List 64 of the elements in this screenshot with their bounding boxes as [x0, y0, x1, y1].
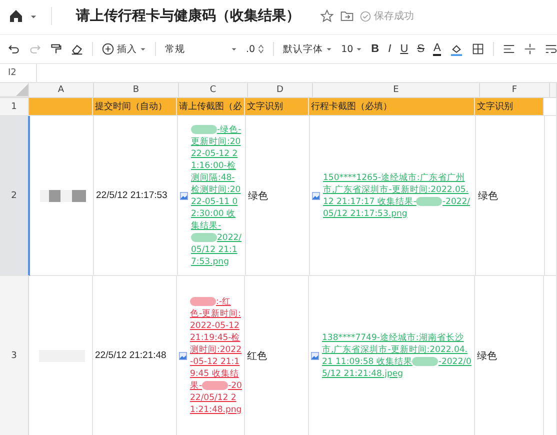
image-file-icon — [312, 192, 320, 200]
table-cell: 绿色 — [246, 116, 310, 276]
star-icon[interactable] — [320, 9, 334, 23]
row-header[interactable]: 1 — [0, 98, 29, 116]
document-title: 请上传行程卡与健康码（收集结果） — [76, 7, 300, 25]
undo-icon[interactable] — [8, 43, 20, 55]
table-cell: 红色 — [245, 276, 309, 435]
table-cell: 绿色 — [476, 116, 545, 276]
fill-color-icon[interactable] — [450, 42, 463, 56]
header-cell: 行程卡截图（必填） — [309, 98, 475, 116]
font-size-dropdown[interactable]: 10 — [341, 44, 362, 54]
caret-icon — [326, 46, 332, 52]
cell-reference[interactable]: I2 — [0, 64, 37, 82]
format-painter-icon[interactable] — [50, 43, 62, 55]
home-icon[interactable] — [8, 8, 24, 24]
stepper-arrows-icon — [258, 44, 264, 54]
font-color-button[interactable]: A — [433, 42, 441, 56]
redacted-block — [416, 196, 442, 206]
strikethrough-button[interactable]: S — [417, 43, 424, 55]
header-cell: 提交时间（自动） — [93, 98, 177, 116]
caret-icon — [356, 46, 362, 52]
column-header[interactable]: E — [313, 83, 480, 97]
table-cell: 22/5/12 21:21:48 — [93, 276, 177, 435]
caret-icon[interactable] — [30, 12, 37, 20]
header-cell: 请上传截图（必 — [177, 98, 245, 116]
save-status-text: 保存成功 — [374, 10, 414, 23]
column-header[interactable]: C — [179, 83, 248, 97]
bold-button[interactable]: B — [371, 43, 380, 55]
caret-icon — [231, 46, 237, 52]
image-link[interactable]: :-红色-更新时间:2022-05-12 21:19:45-检测时间:2022-05-12 21:19:45 收集结果- -2022/05/12 21:21:48.png — [190, 296, 242, 416]
borders-icon[interactable] — [472, 43, 484, 55]
table-cell: 绿色 — [475, 276, 544, 435]
column-header[interactable]: F — [480, 83, 550, 97]
table-cell: 22/5/12 21:17:53 — [94, 116, 178, 276]
caret-icon — [140, 46, 146, 52]
underline-button[interactable]: U — [400, 43, 408, 55]
eraser-icon[interactable] — [71, 43, 83, 55]
vertical-align-icon[interactable] — [524, 43, 536, 55]
column-header[interactable]: B — [94, 83, 179, 97]
decimal-stepper[interactable]: .0 — [246, 44, 264, 54]
number-format-dropdown[interactable]: 常规 — [165, 42, 237, 56]
plus-circle-icon — [102, 43, 114, 55]
align-left-icon[interactable] — [502, 43, 515, 55]
redacted-block — [202, 380, 228, 390]
italic-button[interactable]: I — [388, 43, 392, 55]
redacted-block — [191, 124, 217, 134]
folder-move-icon[interactable] — [340, 9, 354, 23]
redacted-block — [412, 356, 438, 366]
redacted-block — [191, 232, 217, 242]
column-header[interactable]: D — [248, 83, 313, 97]
check-circle-icon — [360, 10, 371, 22]
insert-button[interactable]: 插入 — [102, 42, 146, 56]
image-file-icon — [179, 352, 187, 360]
header-cell: 文字识别 — [475, 98, 544, 116]
redacted-block — [190, 296, 216, 306]
row-header[interactable]: 3 — [0, 276, 29, 435]
font-dropdown[interactable]: 默认字体 — [283, 42, 332, 56]
image-file-icon — [311, 352, 319, 360]
wrap-text-icon[interactable] — [544, 43, 557, 55]
redacted-block — [40, 190, 86, 202]
header-cell: 文字识别 — [245, 98, 309, 116]
column-header[interactable]: A — [29, 83, 94, 97]
image-file-icon — [180, 192, 188, 200]
row-header[interactable]: 2 — [0, 116, 30, 276]
